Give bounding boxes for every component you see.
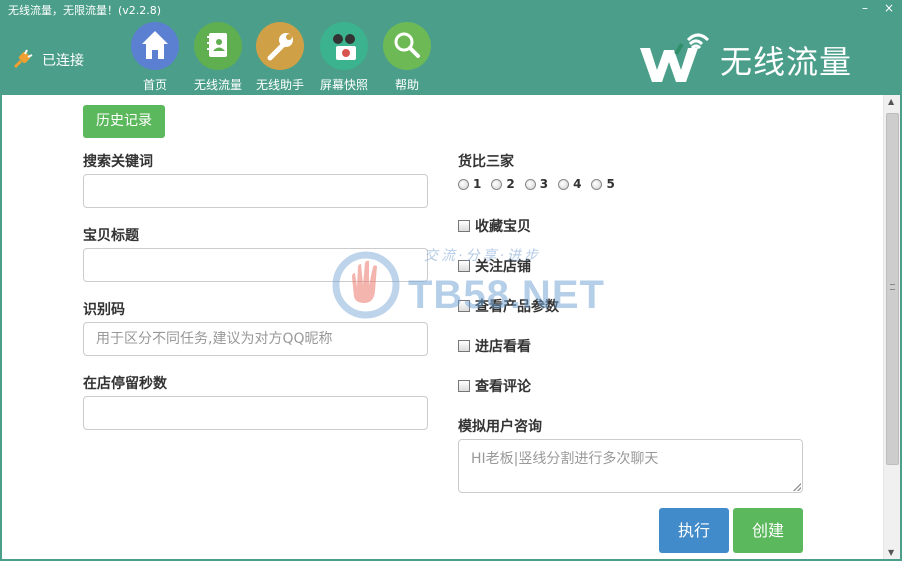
create-button[interactable]: 创建 <box>733 508 803 553</box>
compare-radio-3[interactable]: 3 <box>524 177 549 191</box>
code-label: 识别码 <box>83 302 125 318</box>
checkbox-view-params[interactable]: 查看产品参数 <box>458 296 559 316</box>
checkbox-icon <box>458 260 470 272</box>
brand-text: 无线流量 <box>720 43 853 81</box>
checkbox-follow-shop[interactable]: 关注店铺 <box>458 256 531 276</box>
checkbox-icon <box>458 300 470 312</box>
execute-button[interactable]: 执行 <box>659 508 729 553</box>
code-input[interactable]: 用于区分不同任务,建议为对方QQ昵称 <box>83 322 428 356</box>
plug-icon <box>12 46 36 74</box>
consult-label: 模拟用户咨询 <box>458 419 542 435</box>
nav-screenshot[interactable]: 屏幕快照 <box>316 22 372 93</box>
compare-radio-2[interactable]: 2 <box>491 177 515 191</box>
stay-seconds-input[interactable] <box>83 396 428 430</box>
radio-label: 1 <box>473 177 482 191</box>
checkbox-icon <box>458 340 470 352</box>
compare-label: 货比三家 <box>458 154 514 170</box>
scroll-grip-icon <box>890 284 895 290</box>
title-label: 宝贝标题 <box>83 228 139 244</box>
nav-wireless-traffic[interactable]: 无线流量 <box>190 22 246 93</box>
nav-wireless-assistant[interactable]: 无线助手 <box>252 22 308 93</box>
home-icon <box>131 22 179 70</box>
compare-radio-1[interactable]: 1 <box>458 177 481 191</box>
scroll-thumb[interactable] <box>886 113 899 465</box>
connection-status: 已连接 <box>12 46 84 74</box>
radio-icon <box>591 178 603 190</box>
nav-label: 无线助手 <box>255 78 304 92</box>
title-input[interactable] <box>83 248 428 282</box>
minimize-button[interactable]: – <box>858 2 872 16</box>
checkbox-label: 收藏宝贝 <box>475 219 531 235</box>
nav-label: 帮助 <box>394 78 419 92</box>
nav-label: 屏幕快照 <box>319 78 368 92</box>
radio-icon <box>524 178 536 190</box>
stay-seconds-label: 在店停留秒数 <box>83 376 167 392</box>
checkbox-icon <box>458 380 470 392</box>
consult-textarea[interactable]: HI老板|竖线分割进行多次聊天 <box>458 439 803 493</box>
checkbox-icon <box>458 220 470 232</box>
nav-label: 无线流量 <box>193 78 242 92</box>
radio-label: 4 <box>573 177 582 191</box>
radio-label: 3 <box>539 177 549 191</box>
vertical-scrollbar[interactable]: ▲ ▼ <box>883 95 900 559</box>
radio-icon <box>458 178 469 190</box>
nav-home[interactable]: 首页 <box>127 22 183 93</box>
checkbox-favorite[interactable]: 收藏宝贝 <box>458 216 531 236</box>
radio-icon <box>558 178 570 190</box>
close-button[interactable]: × <box>882 2 896 16</box>
compare-radio-group: 1 2 3 4 5 <box>458 177 615 191</box>
checkbox-label: 关注店铺 <box>475 259 531 275</box>
checkbox-label: 查看评论 <box>475 379 531 395</box>
checkbox-visit-shop[interactable]: 进店看看 <box>458 336 531 356</box>
radio-label: 2 <box>506 177 515 191</box>
radio-label: 5 <box>606 177 615 191</box>
checkbox-label: 进店看看 <box>475 339 531 355</box>
form-panel: 历史记录 搜索关键词 宝贝标题 识别码 用于区分不同任务,建议为对方QQ昵称 在… <box>2 95 900 559</box>
history-button[interactable]: 历史记录 <box>83 105 165 138</box>
window-controls: – × <box>858 2 896 16</box>
keyword-label: 搜索关键词 <box>83 154 153 170</box>
scroll-up-icon[interactable]: ▲ <box>888 97 894 106</box>
camera-icon <box>320 22 368 70</box>
brand: 无线流量 <box>636 30 852 90</box>
nav-help[interactable]: 帮助 <box>379 22 435 93</box>
w-wifi-logo <box>636 30 714 90</box>
checkbox-label: 查看产品参数 <box>475 299 559 315</box>
search-icon <box>383 22 431 70</box>
keyword-input[interactable] <box>83 174 428 208</box>
scroll-down-icon[interactable]: ▼ <box>888 548 894 557</box>
contacts-icon <box>194 22 242 70</box>
compare-radio-5[interactable]: 5 <box>591 177 615 191</box>
checkbox-view-reviews[interactable]: 查看评论 <box>458 376 531 396</box>
window-title: 无线流量，无限流量！(v2.2.8) <box>8 4 162 17</box>
app-window: 无线流量，无限流量！(v2.2.8) – × 已连接 首页 无线流量 无线助手 … <box>0 0 902 561</box>
nav-label: 首页 <box>142 78 167 92</box>
wrench-icon <box>256 22 304 70</box>
radio-icon <box>491 178 503 190</box>
connection-label: 已连接 <box>42 53 84 69</box>
compare-radio-4[interactable]: 4 <box>558 177 581 191</box>
header-bar: 无线流量，无限流量！(v2.2.8) – × 已连接 首页 无线流量 无线助手 … <box>0 0 902 95</box>
